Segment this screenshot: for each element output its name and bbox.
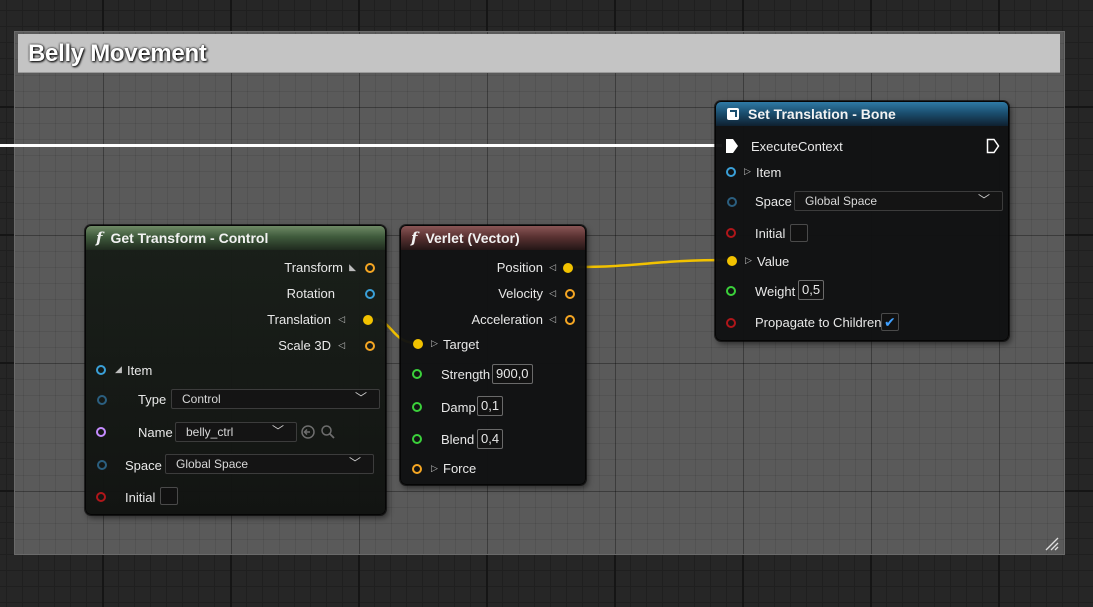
scale3d-output-pin[interactable]: [365, 341, 375, 351]
space-label: Space: [125, 458, 162, 473]
type-label: Type: [138, 392, 167, 407]
set-translation-node[interactable]: Set Translation - Bone ExecuteContext ▷ …: [715, 101, 1009, 341]
blend-field[interactable]: 0,4: [477, 429, 504, 449]
space-dropdown[interactable]: Global Space ﹀: [794, 191, 1003, 211]
weight-label: Weight: [755, 284, 796, 299]
expand-value-icon[interactable]: ▷: [745, 255, 752, 266]
expand-translation-icon[interactable]: ◁: [338, 314, 345, 325]
target-input-pin[interactable]: [413, 339, 423, 349]
verlet-header[interactable]: f Verlet (Vector): [401, 226, 585, 250]
space-dropdown-value: Global Space: [176, 457, 249, 471]
acceleration-output-label: Acceleration: [471, 312, 543, 327]
position-to-value-wire: [571, 258, 731, 269]
weight-field[interactable]: 0,5: [798, 280, 825, 300]
initial-checkbox[interactable]: [790, 224, 808, 242]
target-label: Target: [443, 337, 480, 352]
expand-force-icon[interactable]: ▷: [431, 463, 438, 474]
damp-label: Damp: [441, 400, 476, 415]
set-translation-header[interactable]: Set Translation - Bone: [716, 102, 1008, 126]
force-input-pin[interactable]: [412, 464, 422, 474]
get-transform-node[interactable]: f Get Transform - Control Transform ◣ Ro…: [85, 225, 386, 515]
verlet-title: Verlet (Vector): [425, 230, 520, 246]
name-label: Name: [138, 425, 173, 440]
type-input-pin[interactable]: [97, 395, 107, 405]
transform-output-pin[interactable]: [365, 263, 375, 273]
strength-field[interactable]: 900,0: [492, 364, 533, 384]
weight-input-pin[interactable]: [726, 286, 736, 296]
propagate-input-pin[interactable]: [726, 318, 736, 328]
name-dropdown-value: belly_ctrl: [186, 425, 234, 439]
space-dropdown[interactable]: Global Space ﹀: [165, 454, 374, 474]
force-label: Force: [443, 461, 477, 476]
expand-velocity-icon[interactable]: ◁: [549, 288, 556, 299]
type-dropdown-value: Control: [182, 392, 221, 406]
chevron-down-icon: ﹀: [271, 424, 284, 438]
position-output-pin[interactable]: [563, 263, 573, 273]
execute-label: ExecuteContext: [751, 139, 843, 154]
expand-item-icon[interactable]: ◢: [115, 364, 122, 375]
translation-output-label: Translation: [267, 312, 331, 327]
function-icon: f: [96, 229, 103, 247]
expand-item-icon[interactable]: ▷: [744, 166, 751, 177]
propagate-checkbox[interactable]: ✔: [881, 313, 899, 331]
space-input-pin[interactable]: [727, 197, 737, 207]
propagate-label: Propagate to Children: [755, 315, 882, 330]
set-translation-title: Set Translation - Bone: [748, 106, 896, 122]
acceleration-output-pin[interactable]: [565, 315, 575, 325]
expand-transform-icon[interactable]: ◣: [349, 262, 356, 273]
execute-output-pin[interactable]: [986, 138, 1000, 154]
position-output-label: Position: [496, 260, 543, 275]
initial-input-pin[interactable]: [726, 228, 736, 238]
type-dropdown[interactable]: Control ﹀: [171, 389, 380, 409]
name-input-pin[interactable]: [96, 427, 106, 437]
strength-input-pin[interactable]: [412, 369, 422, 379]
initial-input-pin[interactable]: [96, 492, 106, 502]
expand-target-icon[interactable]: ▷: [431, 338, 438, 349]
initial-label: Initial: [125, 490, 156, 505]
velocity-output-pin[interactable]: [565, 289, 575, 299]
checkmark-icon: ✔: [884, 314, 896, 330]
initial-checkbox[interactable]: [160, 487, 178, 505]
execute-input-pin[interactable]: [725, 138, 739, 154]
blend-input-pin[interactable]: [412, 434, 422, 444]
translation-output-pin[interactable]: [363, 315, 373, 325]
chevron-down-icon: ﹀: [977, 193, 990, 207]
damp-input-pin[interactable]: [412, 402, 422, 412]
item-label: Item: [127, 363, 153, 378]
item-label: Item: [756, 165, 782, 180]
browse-icon[interactable]: [320, 424, 336, 440]
get-transform-header[interactable]: f Get Transform - Control: [86, 226, 385, 250]
blend-label: Blend: [441, 432, 475, 447]
use-selected-icon[interactable]: [300, 424, 316, 440]
chevron-down-icon: ﹀: [348, 456, 361, 470]
damp-field[interactable]: 0,1: [477, 396, 504, 416]
expand-scale3d-icon[interactable]: ◁: [338, 340, 345, 351]
unit-node-icon: [727, 108, 739, 120]
expand-position-icon[interactable]: ◁: [549, 262, 556, 273]
strength-label: Strength: [441, 367, 491, 382]
name-dropdown[interactable]: belly_ctrl ﹀: [175, 422, 297, 442]
rotation-output-pin[interactable]: [365, 289, 375, 299]
scale3d-output-label: Scale 3D: [278, 338, 331, 353]
verlet-node[interactable]: f Verlet (Vector) Position ◁ Velocity ◁ …: [400, 225, 586, 485]
rotation-output-label: Rotation: [286, 286, 335, 301]
initial-label: Initial: [755, 226, 786, 241]
space-input-pin[interactable]: [97, 460, 107, 470]
value-label: Value: [757, 254, 790, 269]
item-input-pin[interactable]: [726, 167, 736, 177]
item-input-pin[interactable]: [96, 365, 106, 375]
chevron-down-icon: ﹀: [354, 391, 367, 405]
transform-output-label: Transform: [284, 260, 343, 275]
function-icon: f: [411, 229, 418, 247]
space-dropdown-value: Global Space: [805, 194, 878, 208]
get-transform-title: Get Transform - Control: [110, 230, 269, 246]
expand-acceleration-icon[interactable]: ◁: [549, 314, 556, 325]
velocity-output-label: Velocity: [498, 286, 543, 301]
value-input-pin[interactable]: [727, 256, 737, 266]
space-label: Space: [755, 194, 792, 209]
